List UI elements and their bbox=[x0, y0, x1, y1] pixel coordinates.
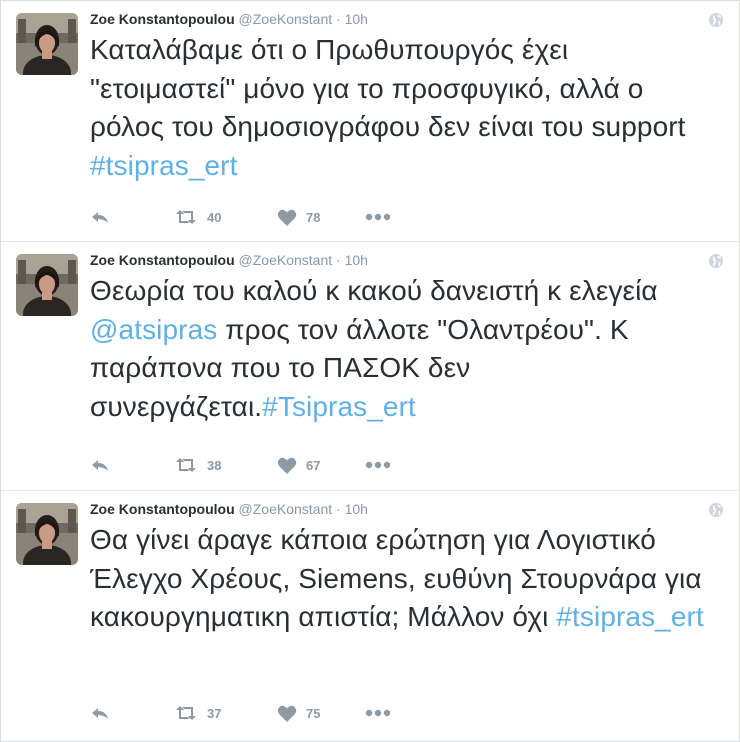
reply-button[interactable] bbox=[90, 209, 174, 225]
author-handle[interactable]: @ZoeKonstant bbox=[239, 501, 333, 517]
reply-button[interactable] bbox=[90, 705, 174, 721]
tweet-text: Θεωρία του καλού κ κακού δανειστή κ ελεγ… bbox=[90, 272, 721, 426]
retweet-count: 37 bbox=[207, 705, 222, 721]
like-count: 78 bbox=[306, 209, 321, 225]
author-handle[interactable]: @ZoeKonstant bbox=[239, 11, 333, 27]
heart-icon bbox=[277, 705, 297, 722]
avatar[interactable] bbox=[16, 254, 78, 316]
more-button[interactable] bbox=[365, 213, 391, 221]
separator-dot: · bbox=[336, 501, 341, 517]
globe-icon bbox=[708, 12, 724, 28]
tweet[interactable]: Zoe Konstantopoulou @ZoeKonstant · 10h Θ… bbox=[1, 242, 739, 491]
retweet-icon bbox=[174, 457, 198, 473]
reply-button[interactable] bbox=[90, 457, 174, 473]
avatar[interactable] bbox=[16, 13, 78, 75]
like-button[interactable]: 67 bbox=[277, 457, 365, 474]
avatar-image bbox=[16, 13, 78, 75]
more-icon bbox=[365, 461, 391, 469]
retweet-button[interactable]: 40 bbox=[174, 209, 277, 225]
globe-icon bbox=[708, 253, 724, 269]
hashtag-link[interactable]: #tsipras_ert bbox=[90, 150, 238, 181]
author-name[interactable]: Zoe Konstantopoulou bbox=[90, 252, 235, 268]
avatar-image bbox=[16, 254, 78, 316]
retweet-icon bbox=[174, 705, 198, 721]
mention-link[interactable]: @atsipras bbox=[90, 314, 217, 345]
author-handle[interactable]: @ZoeKonstant bbox=[239, 252, 333, 268]
retweet-icon bbox=[174, 209, 198, 225]
tweet-timestamp[interactable]: 10h bbox=[345, 11, 368, 27]
tweet[interactable]: Zoe Konstantopoulou @ZoeKonstant · 10h Κ… bbox=[1, 1, 739, 242]
like-count: 75 bbox=[306, 705, 321, 721]
reply-icon bbox=[90, 457, 110, 473]
retweet-button[interactable]: 38 bbox=[174, 457, 277, 473]
reply-icon bbox=[90, 209, 110, 225]
separator-dot: · bbox=[336, 252, 341, 268]
hashtag-link[interactable]: #Tsipras_ert bbox=[262, 391, 416, 422]
tweet-timestamp[interactable]: 10h bbox=[345, 252, 368, 268]
tweet-text-body: Θεωρία του καλού κ κακού δανειστή κ ελεγ… bbox=[90, 275, 658, 306]
tweet-actions: 37 75 bbox=[90, 703, 391, 723]
tweet-actions: 38 67 bbox=[90, 455, 391, 475]
tweet-text: Καταλάβαμε ότι ο Πρωθυπουργός έχει "ετοι… bbox=[90, 31, 721, 185]
tweet-header: Zoe Konstantopoulou @ZoeKonstant · 10h bbox=[90, 10, 699, 28]
retweet-count: 38 bbox=[207, 457, 222, 473]
heart-icon bbox=[277, 209, 297, 226]
like-button[interactable]: 78 bbox=[277, 209, 365, 226]
reply-icon bbox=[90, 705, 110, 721]
tweet-header: Zoe Konstantopoulou @ZoeKonstant · 10h bbox=[90, 251, 699, 269]
tweet-header: Zoe Konstantopoulou @ZoeKonstant · 10h bbox=[90, 500, 699, 518]
separator-dot: · bbox=[336, 11, 341, 27]
like-button[interactable]: 75 bbox=[277, 705, 365, 722]
hashtag-link[interactable]: #tsipras_ert bbox=[556, 601, 704, 632]
avatar-image bbox=[16, 503, 78, 565]
more-icon bbox=[365, 213, 391, 221]
avatar[interactable] bbox=[16, 503, 78, 565]
author-name[interactable]: Zoe Konstantopoulou bbox=[90, 501, 235, 517]
tweet-text: Θα γίνει άραγε κάποια ερώτηση για Λογιστ… bbox=[90, 521, 721, 637]
heart-icon bbox=[277, 457, 297, 474]
tweet-text-body: Καταλάβαμε ότι ο Πρωθυπουργός έχει "ετοι… bbox=[90, 34, 686, 142]
tweet-timeline: Zoe Konstantopoulou @ZoeKonstant · 10h Κ… bbox=[0, 0, 740, 742]
more-icon bbox=[365, 709, 391, 717]
retweet-count: 40 bbox=[207, 209, 222, 225]
more-button[interactable] bbox=[365, 461, 391, 469]
retweet-button[interactable]: 37 bbox=[174, 705, 277, 721]
tweet-actions: 40 78 bbox=[90, 207, 391, 227]
more-button[interactable] bbox=[365, 709, 391, 717]
author-name[interactable]: Zoe Konstantopoulou bbox=[90, 11, 235, 27]
tweet[interactable]: Zoe Konstantopoulou @ZoeKonstant · 10h Θ… bbox=[1, 491, 739, 741]
tweet-timestamp[interactable]: 10h bbox=[345, 501, 368, 517]
like-count: 67 bbox=[306, 457, 321, 473]
globe-icon bbox=[708, 502, 724, 518]
